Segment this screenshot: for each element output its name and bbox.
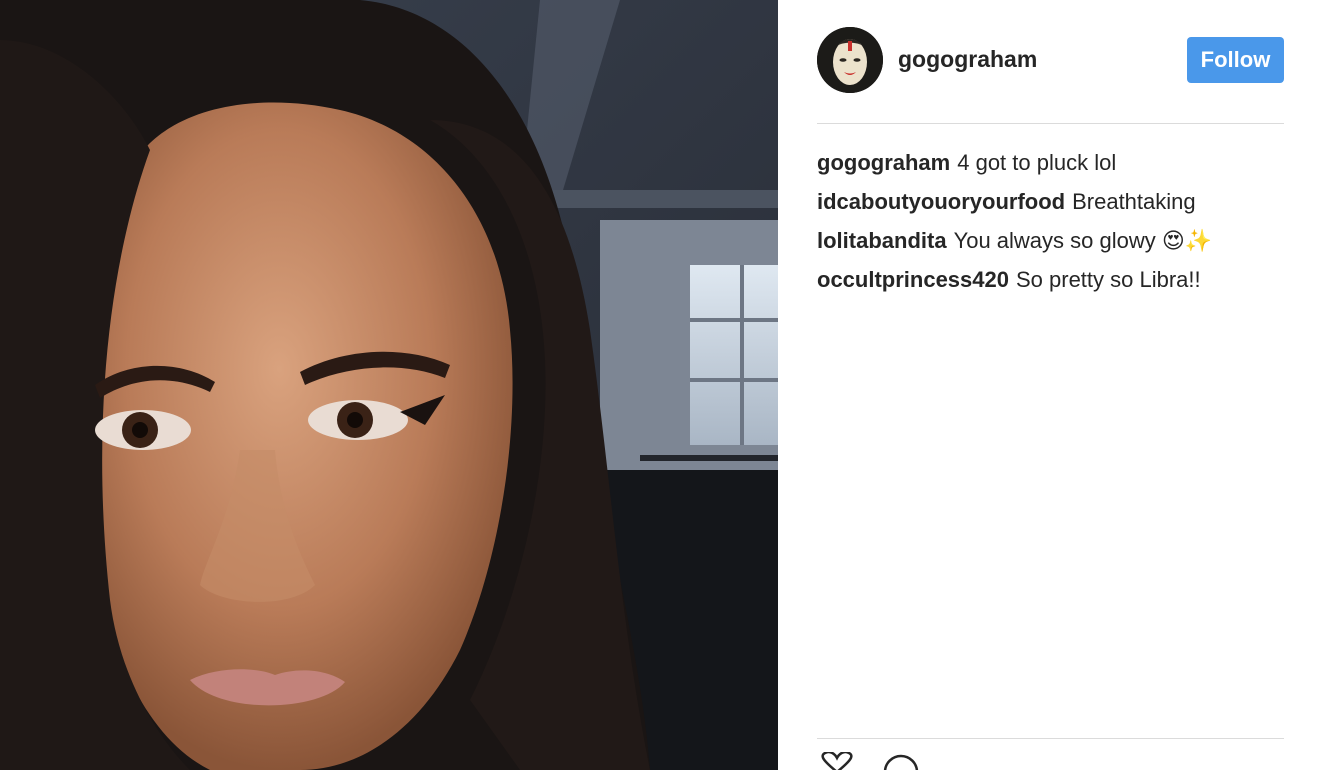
actions-divider: [817, 738, 1284, 739]
comment-item: idcaboutyouoryourfood Breathtaking: [817, 182, 1284, 221]
comment-username[interactable]: lolitabandita: [817, 228, 947, 253]
comment-text: You always so glowy 😍✨: [953, 228, 1213, 253]
post-photo[interactable]: [0, 0, 778, 770]
follow-button[interactable]: Follow: [1187, 37, 1284, 83]
comment-list: gogograham 4 got to pluck lol idcaboutyou…: [817, 143, 1284, 299]
comment-text: Breathtaking: [1072, 189, 1196, 214]
mask-avatar-icon[interactable]: [817, 27, 883, 93]
comment-text: So pretty so Libra!!: [1015, 267, 1201, 292]
comment-item: gogograham 4 got to pluck lol: [817, 143, 1284, 182]
heart-icon[interactable]: [817, 752, 857, 770]
comment-username[interactable]: idcaboutyouoryourfood: [817, 189, 1065, 214]
post-header: gogograham Follow: [817, 27, 1284, 93]
comment-bubble-icon[interactable]: [883, 752, 923, 770]
post-sidebar: gogograham Follow gogograham 4 got to plu…: [778, 0, 1320, 770]
comment-username[interactable]: gogograham: [817, 150, 950, 175]
comment-username[interactable]: occultprincess420: [817, 267, 1009, 292]
comment-item: lolitabandita You always so glowy 😍✨: [817, 221, 1284, 260]
comment-item: occultprincess420 So pretty so Libra!!: [817, 260, 1284, 299]
header-divider: [817, 123, 1284, 124]
post-author-username[interactable]: gogograham: [898, 46, 1037, 73]
comment-text: 4 got to pluck lol: [957, 150, 1117, 175]
selfie-photo: [0, 0, 778, 770]
